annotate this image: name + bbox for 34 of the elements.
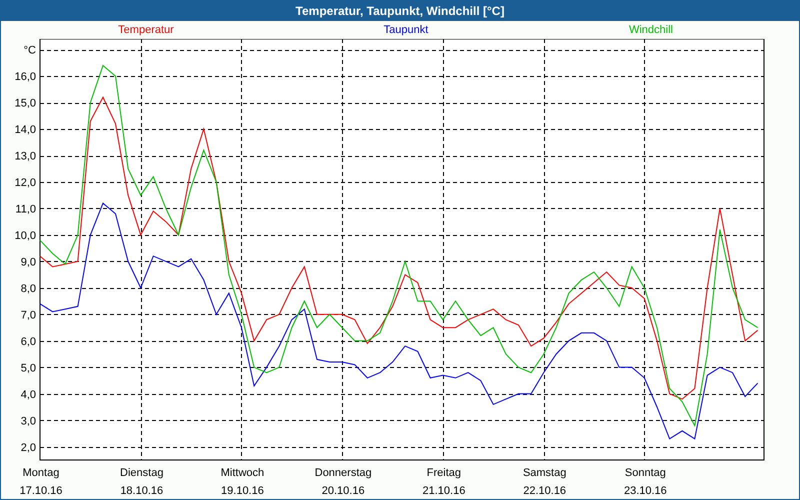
x-tick-label: Mittwoch <box>220 467 264 479</box>
window-title: Temperatur, Taupunkt, Windchill [°C] <box>1 1 799 21</box>
y-tick-label: 16,0 <box>14 71 36 84</box>
y-tick-label: 5,0 <box>20 362 36 374</box>
x-tick-label: Dienstag <box>120 467 164 479</box>
x-tick-date: 20.10.16 <box>322 485 365 497</box>
x-tick-date: 23.10.16 <box>624 485 667 497</box>
y-tick-label: 13,0 <box>14 150 36 162</box>
x-tick-date: 18.10.16 <box>120 485 164 497</box>
x-tick-label: Montag <box>22 467 60 479</box>
legend-label: Taupunkt <box>384 24 428 36</box>
x-tick-label: Sonntag <box>624 467 666 479</box>
legend-label: Windchill <box>628 24 673 36</box>
y-tick-label: 8,0 <box>20 282 36 295</box>
y-tick-label: 14,0 <box>14 124 36 136</box>
y-axis-unit: °C <box>24 44 36 57</box>
y-tick-label: 15,0 <box>14 98 36 110</box>
y-tick-label: 3,0 <box>20 415 36 428</box>
y-tick-label: 9,0 <box>20 256 36 268</box>
x-tick-date: 19.10.16 <box>221 485 264 497</box>
y-tick-label: 4,0 <box>20 388 36 401</box>
y-tick-label: 10,0 <box>14 230 36 242</box>
x-tick-date: 21.10.16 <box>422 485 466 497</box>
y-tick-label: 11,0 <box>15 203 36 216</box>
x-tick-label: Samstag <box>522 467 566 479</box>
x-tick-date: 22.10.16 <box>523 485 566 497</box>
y-tick-label: 12,0 <box>14 176 36 189</box>
x-tick-date: 17.10.16 <box>20 485 62 497</box>
y-tick-label: 6,0 <box>20 336 36 348</box>
x-tick-label: Donnerstag <box>314 467 372 479</box>
y-tick-label: 7,0 <box>20 309 36 322</box>
y-tick-label: 2,0 <box>20 442 36 454</box>
x-tick-label: Freitag <box>426 467 462 479</box>
legend-label: Temperatur <box>118 24 174 36</box>
